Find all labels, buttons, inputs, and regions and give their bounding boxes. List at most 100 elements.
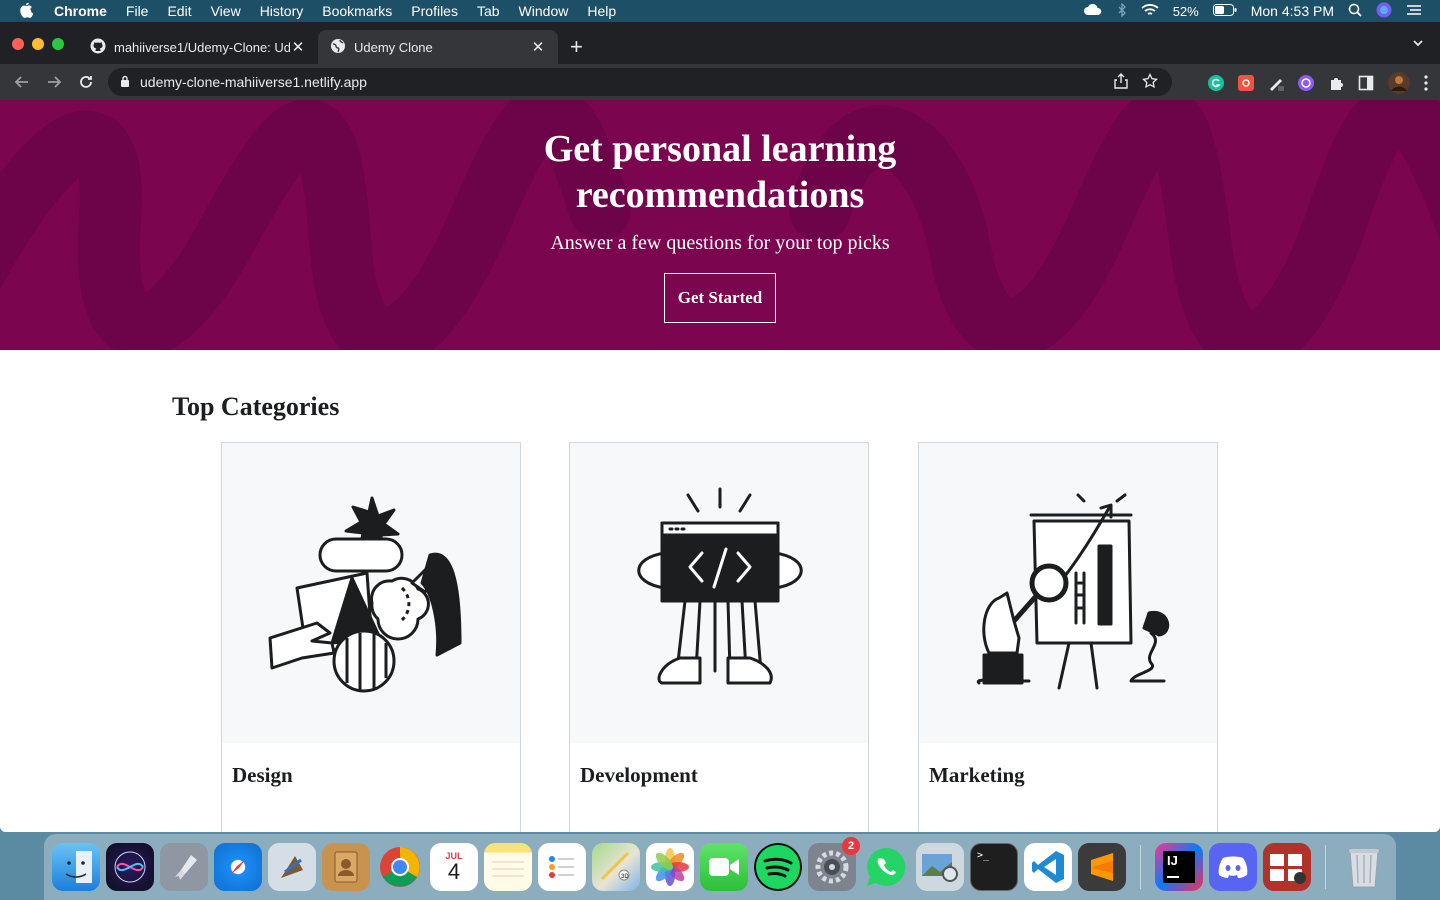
tab-github[interactable]: mahiiverse1/Udemy-Clone: Udemy ✕ (78, 30, 318, 64)
menu-bookmarks[interactable]: Bookmarks (322, 3, 392, 19)
menu-tab[interactable]: Tab (477, 3, 500, 19)
svg-text:3D: 3D (621, 874, 629, 880)
category-label: Marketing (929, 763, 1025, 787)
marketing-illustration (919, 443, 1217, 743)
get-started-button[interactable]: Get Started (663, 273, 777, 323)
web-page: Get personal learning recommendations An… (0, 100, 1440, 832)
chrome-menu-icon[interactable] (1424, 75, 1428, 96)
browser-toolbar: udemy-clone-mahiiverse1.netlify.app (0, 64, 1440, 100)
category-card-design[interactable]: Design (221, 442, 521, 832)
omnibox-actions (1114, 72, 1158, 92)
reminders-icon[interactable] (538, 843, 586, 891)
wifi-icon[interactable] (1141, 3, 1159, 20)
whatsapp-icon[interactable] (862, 843, 910, 891)
close-tab-icon[interactable]: ✕ (290, 38, 306, 56)
close-tab-icon[interactable]: ✕ (530, 38, 546, 56)
forward-icon[interactable] (38, 74, 70, 90)
profile-avatar[interactable] (1388, 72, 1410, 99)
reload-icon[interactable] (70, 74, 102, 90)
launchpad-icon[interactable] (160, 843, 208, 891)
bluetooth-icon[interactable] (1117, 1, 1127, 20)
category-card-development[interactable]: Development (569, 442, 869, 832)
mail-icon[interactable] (268, 843, 316, 891)
new-tab-icon[interactable]: + (570, 36, 583, 58)
tab-title: mahiiverse1/Udemy-Clone: Udemy (114, 39, 290, 55)
notes-icon[interactable] (484, 843, 532, 891)
category-label: Design (232, 763, 293, 787)
tab-strip: mahiiverse1/Udemy-Clone: Udemy ✕ Udemy C… (0, 22, 1440, 64)
menu-view[interactable]: View (211, 3, 241, 19)
hero-title: Get personal learning recommendations (543, 128, 897, 216)
preview-icon[interactable] (916, 843, 964, 891)
side-panel-icon[interactable] (1358, 75, 1374, 96)
menu-file[interactable]: File (126, 3, 149, 19)
discord-icon[interactable] (1209, 843, 1257, 891)
status-area: 52% Mon 4:53 PM (1083, 0, 1422, 22)
tab-search-chevron-icon[interactable] (1412, 36, 1424, 54)
grammarly-icon[interactable] (1208, 75, 1224, 96)
menu-edit[interactable]: Edit (167, 3, 191, 19)
extension-at-icon[interactable] (1238, 75, 1254, 96)
extensions-area (1208, 72, 1428, 99)
tab-title: Udemy Clone (354, 39, 433, 55)
url-text: udemy-clone-mahiiverse1.netlify.app (140, 74, 367, 90)
terminal-icon[interactable]: >_ (970, 843, 1018, 891)
control-center-icon[interactable] (1406, 3, 1422, 19)
menu-help[interactable]: Help (587, 3, 616, 19)
siri-icon[interactable] (1376, 2, 1392, 21)
category-card-marketing[interactable]: Marketing (918, 442, 1218, 832)
photos-icon[interactable] (646, 843, 694, 891)
clock[interactable]: Mon 4:53 PM (1251, 3, 1334, 19)
window-controls (12, 38, 64, 50)
creative-cloud-icon[interactable] (1083, 2, 1103, 21)
pen-extension-icon[interactable] (1268, 75, 1284, 96)
notification-badge: 2 (842, 837, 860, 855)
dock-separator (1140, 845, 1141, 889)
facetime-icon[interactable] (700, 843, 748, 891)
menu-profiles[interactable]: Profiles (411, 3, 458, 19)
trash-icon[interactable] (1340, 843, 1388, 891)
apple-menu-icon[interactable] (20, 3, 36, 19)
photo-booth-icon[interactable] (1263, 843, 1311, 891)
bookmark-star-icon[interactable] (1142, 72, 1158, 92)
minimize-window-button[interactable] (32, 38, 44, 50)
dock-separator (1325, 845, 1326, 889)
sublime-text-icon[interactable] (1078, 843, 1126, 891)
intellij-idea-icon[interactable]: IJ (1155, 843, 1203, 891)
safari-icon[interactable] (214, 843, 262, 891)
spotify-icon[interactable] (754, 843, 802, 891)
contacts-icon[interactable] (322, 843, 370, 891)
github-icon (90, 38, 106, 57)
hero-subtitle: Answer a few questions for your top pick… (550, 232, 890, 254)
chrome-icon[interactable] (376, 843, 424, 891)
menu-window[interactable]: Window (519, 3, 569, 19)
finder-icon[interactable] (52, 843, 100, 891)
browser-window: mahiiverse1/Udemy-Clone: Udemy ✕ Udemy C… (0, 22, 1440, 832)
section-title: Top Categories (172, 392, 340, 421)
back-icon[interactable] (6, 74, 38, 90)
calendar-day: 4 (447, 859, 461, 884)
lock-icon[interactable] (120, 74, 130, 90)
purple-extension-icon[interactable] (1298, 75, 1314, 96)
design-illustration (222, 443, 520, 743)
siri-icon[interactable] (106, 843, 154, 891)
globe-icon (330, 38, 346, 57)
menu-app-name[interactable]: Chrome (54, 3, 107, 19)
extensions-puzzle-icon[interactable] (1328, 75, 1344, 96)
tab-udemy-clone[interactable]: Udemy Clone ✕ (318, 30, 558, 64)
category-label: Development (580, 763, 698, 787)
hero-banner: Get personal learning recommendations An… (0, 100, 1440, 350)
share-icon[interactable] (1114, 73, 1128, 92)
spotlight-search-icon[interactable] (1348, 3, 1362, 20)
macos-dock: JUL 4 3D 2 >_ IJ (44, 834, 1396, 900)
vscode-icon[interactable] (1024, 843, 1072, 891)
address-bar[interactable]: udemy-clone-mahiiverse1.netlify.app (108, 68, 1172, 96)
system-preferences-icon[interactable]: 2 (808, 837, 860, 891)
development-illustration (570, 443, 868, 743)
maps-icon[interactable]: 3D (592, 843, 640, 891)
zoom-window-button[interactable] (52, 38, 64, 50)
calendar-icon[interactable]: JUL 4 (430, 843, 478, 891)
battery-icon[interactable] (1212, 3, 1237, 19)
menu-history[interactable]: History (260, 3, 304, 19)
close-window-button[interactable] (12, 38, 24, 50)
